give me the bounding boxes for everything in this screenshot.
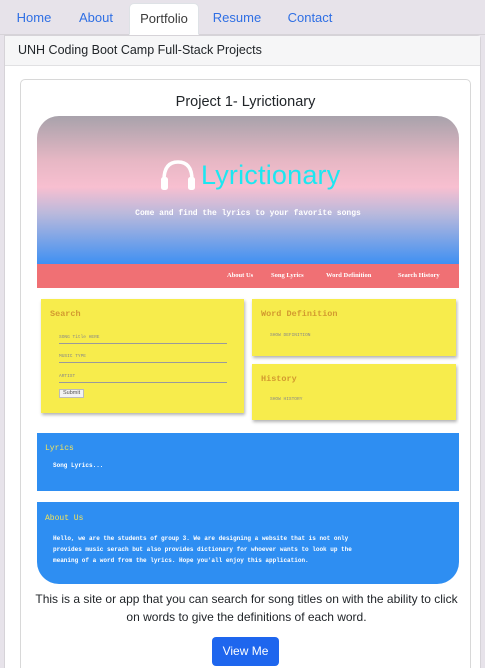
nav-contact[interactable]: Contact <box>279 3 341 35</box>
screenshot-lyrics-title: Lyrics <box>45 444 74 453</box>
screenshot-field-line <box>59 362 227 363</box>
screenshot-field-music: MUSIC TYPE <box>59 354 87 359</box>
project-description: This is a site or app that you can searc… <box>35 592 458 624</box>
headphones-icon <box>161 160 195 190</box>
view-me-button[interactable]: View Me <box>212 637 279 666</box>
screenshot-nav-about: About Us <box>227 272 254 279</box>
screenshot-history-title: History <box>261 374 297 384</box>
screenshot-definition-box: Word Definition SHOW DEFINITION <box>252 299 456 356</box>
nav-resume[interactable]: Resume <box>205 3 269 35</box>
screenshot-hero: Lyrictionary Come and find the lyrics to… <box>37 116 459 264</box>
nav-tabs: Home About Portfolio Resume Contact <box>0 0 485 35</box>
nav-about[interactable]: About <box>70 3 122 35</box>
screenshot-lyrics-section: Lyrics Song Lyrics... <box>37 433 459 491</box>
screenshot-definition-title: Word Definition <box>261 309 338 319</box>
screenshot-nav: About Us Song Lyrics Word Definition Sea… <box>37 264 459 288</box>
screenshot-field-song: SONG Title HERE <box>59 335 100 340</box>
screenshot-definition-link: SHOW DEFINITION <box>270 333 311 338</box>
screenshot-about-line: Hello, we are the students of group 3. W… <box>53 535 349 542</box>
screenshot-search-title: Search <box>50 309 81 319</box>
screenshot-hero-subtitle: Come and find the lyrics to your favorit… <box>135 209 361 218</box>
screenshot-nav-history: Search History <box>398 272 440 279</box>
screenshot-history-link: SHOW HISTORY <box>270 397 303 402</box>
screenshot-about-line: provides music serach but also provides … <box>53 546 352 553</box>
card-header-title: UNH Coding Boot Camp Full-Stack Projects <box>18 43 262 57</box>
screenshot-about-title: About Us <box>45 514 84 523</box>
screenshot-field-line <box>59 382 227 383</box>
project-screenshot: Lyrictionary Come and find the lyrics to… <box>37 116 459 584</box>
screenshot-field-artist: ARTIST <box>59 374 76 379</box>
screenshot-about-section: About Us Hello, we are the students of g… <box>37 502 459 584</box>
screenshot-submit: Submit <box>59 389 85 398</box>
screenshot-body: Search SONG Title HERE MUSIC TYPE ARTIST… <box>37 288 459 432</box>
screenshot-nav-definition: Word Definition <box>326 272 372 279</box>
screenshot-field-line <box>59 343 227 344</box>
project-card: Project 1- Lyrictionary Lyrictionary Com… <box>20 79 471 668</box>
screenshot-nav-lyrics: Song Lyrics <box>271 272 304 279</box>
card-header: UNH Coding Boot Camp Full-Stack Projects <box>5 36 480 66</box>
screenshot-about-line: meaning of a word from the lyrics. Hope … <box>53 557 309 564</box>
nav-portfolio[interactable]: Portfolio <box>129 3 199 35</box>
project-title: Project 1- Lyrictionary <box>175 94 316 110</box>
screenshot-hero-title: Lyrictionary <box>201 160 341 190</box>
portfolio-card: UNH Coding Boot Camp Full-Stack Projects… <box>4 35 481 668</box>
nav-home[interactable]: Home <box>8 3 60 35</box>
screenshot-lyrics-text: Song Lyrics... <box>53 462 104 469</box>
screenshot-search-box: Search SONG Title HERE MUSIC TYPE ARTIST… <box>41 299 244 413</box>
screenshot-history-box: History SHOW HISTORY <box>252 364 456 420</box>
